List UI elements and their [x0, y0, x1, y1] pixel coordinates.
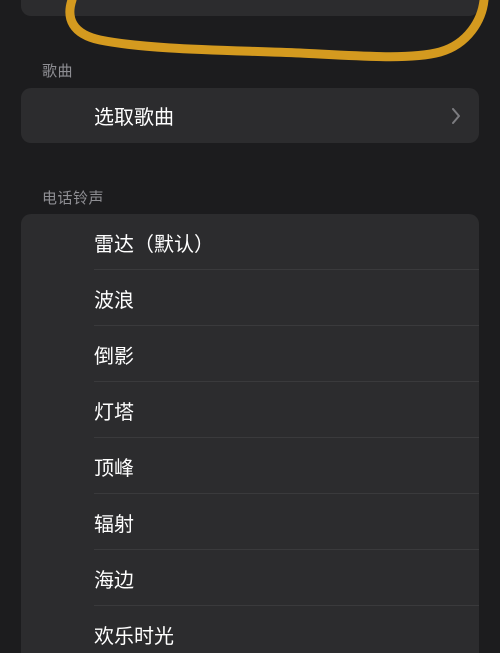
ringtone-label: 海边: [94, 567, 134, 592]
top-card-partial[interactable]: [21, 0, 479, 16]
ringtone-label: 雷达（默认）: [94, 231, 214, 256]
ringtone-item[interactable]: 顶峰: [21, 438, 479, 494]
ringtone-label: 顶峰: [94, 455, 134, 480]
ringtone-label: 欢乐时光: [94, 623, 174, 648]
pick-song-row[interactable]: 选取歌曲: [21, 88, 479, 143]
ringtone-label: 辐射: [94, 511, 134, 536]
ringtone-item[interactable]: 海边: [21, 550, 479, 606]
ringtone-label: 波浪: [94, 287, 134, 312]
ringtone-label: 倒影: [94, 343, 134, 368]
ringtones-list: 雷达（默认） 波浪 倒影 灯塔 顶峰 辐射 海边 欢乐时光: [21, 214, 479, 653]
ringtone-item[interactable]: 灯塔: [21, 382, 479, 438]
ringtone-item[interactable]: 欢乐时光: [21, 606, 479, 653]
ringtone-item[interactable]: 波浪: [21, 270, 479, 326]
pick-song-label: 选取歌曲: [94, 105, 174, 129]
ringtone-item[interactable]: 辐射: [21, 494, 479, 550]
ringtone-item[interactable]: 雷达（默认）: [21, 214, 479, 270]
songs-section-header: 歌曲: [42, 62, 74, 80]
ringtone-item[interactable]: 倒影: [21, 326, 479, 382]
ringtones-section-header: 电话铃声: [42, 189, 105, 207]
chevron-right-icon: [452, 107, 460, 124]
ringtone-label: 灯塔: [94, 399, 134, 424]
songs-card: 选取歌曲: [21, 88, 479, 143]
ringtone-settings-page: 歌曲 选取歌曲 电话铃声 雷达（默认） 波浪 倒影 灯塔 顶峰 辐射 海边 欢乐…: [0, 0, 500, 653]
